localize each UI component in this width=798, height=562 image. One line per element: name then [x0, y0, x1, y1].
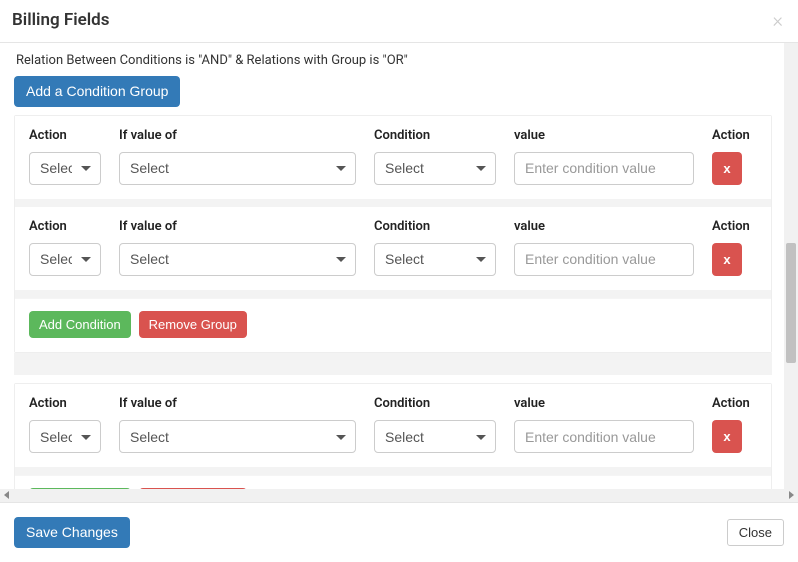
label-row-action: Action: [712, 128, 757, 143]
condition-select-wrap: Select: [374, 152, 496, 185]
col-value: value: [514, 396, 694, 453]
remove-condition-button[interactable]: x: [712, 152, 742, 185]
condition-group: Action Select If value of Select Conditi…: [14, 115, 772, 354]
condition-select-wrap: Select: [374, 243, 496, 276]
remove-group-button[interactable]: Remove Group: [139, 311, 247, 339]
col-if-value: If value of Select: [119, 128, 356, 185]
add-condition-button[interactable]: Add Condition: [29, 311, 131, 339]
modal-body-inner: Relation Between Conditions is "AND" & R…: [0, 53, 798, 489]
label-action: Action: [29, 396, 101, 411]
if-value-select-wrap: Select: [119, 420, 356, 453]
row-divider: [15, 467, 771, 475]
horizontal-scrollbar[interactable]: [0, 489, 798, 502]
label-if-value: If value of: [119, 128, 356, 143]
col-condition: Condition Select: [374, 396, 496, 453]
col-action: Action Select: [29, 396, 101, 453]
label-if-value: If value of: [119, 219, 356, 234]
col-action: Action Select: [29, 219, 101, 276]
action-select[interactable]: Select: [29, 420, 101, 453]
row-divider: [15, 290, 771, 298]
action-select-wrap: Select: [29, 152, 101, 185]
action-select-wrap: Select: [29, 243, 101, 276]
condition-group: Action Select If value of Select Conditi…: [14, 383, 772, 489]
remove-condition-button[interactable]: x: [712, 420, 742, 453]
action-select[interactable]: Select: [29, 152, 101, 185]
condition-select[interactable]: Select: [374, 420, 496, 453]
value-input[interactable]: [514, 243, 694, 276]
vertical-scrollbar-thumb[interactable]: [786, 243, 796, 363]
label-value: value: [514, 219, 694, 234]
if-value-select[interactable]: Select: [119, 243, 356, 276]
label-condition: Condition: [374, 128, 496, 143]
action-select[interactable]: Select: [29, 243, 101, 276]
label-row-action: Action: [712, 219, 757, 234]
scroll-left-icon[interactable]: [4, 491, 9, 499]
condition-select-wrap: Select: [374, 420, 496, 453]
col-row-action: Action x: [712, 128, 757, 185]
col-action: Action Select: [29, 128, 101, 185]
col-condition: Condition Select: [374, 219, 496, 276]
modal-header: Billing Fields ×: [0, 0, 798, 43]
col-value: value: [514, 128, 694, 185]
condition-select[interactable]: Select: [374, 152, 496, 185]
col-condition: Condition Select: [374, 128, 496, 185]
condition-row: Action Select If value of Select Conditi…: [15, 384, 771, 467]
condition-row: Action Select If value of Select Conditi…: [15, 116, 771, 199]
label-if-value: If value of: [119, 396, 356, 411]
modal-body: Relation Between Conditions is "AND" & R…: [0, 43, 798, 489]
close-icon[interactable]: ×: [773, 10, 783, 30]
row-divider: [15, 199, 771, 207]
label-action: Action: [29, 128, 101, 143]
if-value-select-wrap: Select: [119, 152, 356, 185]
action-select-wrap: Select: [29, 420, 101, 453]
if-value-select-wrap: Select: [119, 243, 356, 276]
label-action: Action: [29, 219, 101, 234]
scroll-right-icon[interactable]: [789, 491, 794, 499]
label-condition: Condition: [374, 219, 496, 234]
modal-footer: Save Changes Close: [0, 502, 798, 562]
if-value-select[interactable]: Select: [119, 420, 356, 453]
condition-select[interactable]: Select: [374, 243, 496, 276]
label-condition: Condition: [374, 396, 496, 411]
close-button[interactable]: Close: [727, 519, 784, 546]
add-condition-group-button[interactable]: Add a Condition Group: [14, 76, 180, 107]
if-value-select[interactable]: Select: [119, 152, 356, 185]
relation-hint-text: Relation Between Conditions is "AND" & R…: [16, 53, 772, 68]
col-value: value: [514, 219, 694, 276]
col-if-value: If value of Select: [119, 396, 356, 453]
group-actions: Add Condition Remove Group: [15, 475, 771, 489]
group-gap: [14, 353, 772, 375]
save-changes-button[interactable]: Save Changes: [14, 517, 130, 548]
modal: Billing Fields × Relation Between Condit…: [0, 0, 798, 562]
value-input[interactable]: [514, 152, 694, 185]
col-row-action: Action x: [712, 396, 757, 453]
label-value: value: [514, 396, 694, 411]
condition-row: Action Select If value of Select Conditi…: [15, 207, 771, 290]
modal-title: Billing Fields: [12, 10, 109, 30]
remove-condition-button[interactable]: x: [712, 243, 742, 276]
col-row-action: Action x: [712, 219, 757, 276]
value-input[interactable]: [514, 420, 694, 453]
label-value: value: [514, 128, 694, 143]
col-if-value: If value of Select: [119, 219, 356, 276]
group-actions: Add Condition Remove Group: [15, 298, 771, 353]
vertical-scrollbar[interactable]: [784, 43, 798, 489]
label-row-action: Action: [712, 396, 757, 411]
